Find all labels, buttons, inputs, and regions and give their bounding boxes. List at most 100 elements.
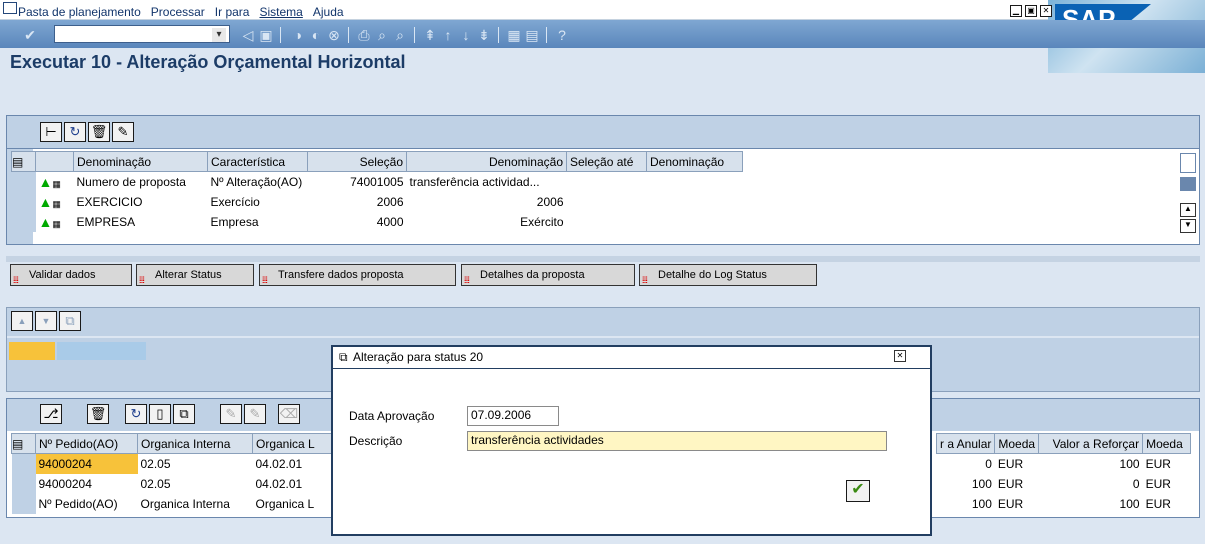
col-selecao-ate: Seleção até (566, 151, 647, 172)
col-denominacao: Denominação (73, 151, 208, 172)
execute-icon: ⵂⵂⵂ (262, 275, 268, 286)
back-arrow-icon[interactable]: ◁ (240, 27, 256, 43)
help-icon[interactable]: ? (554, 27, 570, 43)
discard-icon[interactable]: ⌫ (278, 404, 300, 424)
status-change-dialog: ⧉ Alteração para status 20 ✕ Data Aprova… (331, 345, 932, 536)
col-selecao: Seleção (307, 151, 407, 172)
menu-items: Pasta de planejamento Processar Ir para … (18, 5, 354, 19)
back-icon[interactable]: ◑ (290, 27, 306, 43)
separator (498, 27, 499, 43)
details-icon[interactable]: ⧉ (59, 311, 81, 331)
description-field[interactable]: transferência actividades (467, 431, 887, 451)
table-row[interactable]: Nº Pedido(AO) Organica Interna Organica … (11, 493, 333, 514)
new-session-icon[interactable]: ▦ (506, 27, 522, 43)
edit-all-icon[interactable]: ✎ (244, 404, 266, 424)
maximize-icon[interactable]: ▣ (1025, 5, 1037, 17)
dialog-title: Alteração para status 20 (353, 350, 484, 364)
detalhes-proposta-button[interactable]: ⵂⵂⵂ Detalhes da proposta (461, 264, 635, 286)
description-label: Descrição (349, 434, 403, 448)
select-icon[interactable]: ⎇ (40, 404, 62, 424)
tab-active[interactable] (9, 342, 55, 360)
execute-icon: ⵂⵂⵂ (139, 275, 145, 286)
save-icon[interactable]: ▣ (258, 27, 274, 43)
table-row[interactable]: 0 EUR 100 EUR (937, 454, 1191, 474)
selection-table: ▤ Denominação Característica Seleção Den… (11, 151, 743, 232)
tab-inactive[interactable] (57, 342, 146, 360)
refresh-icon[interactable]: ↻ (125, 404, 147, 424)
selection-panel: ⊢ ↻ 🗑 ✎ ▤ Denominação Característica Sel… (6, 115, 1200, 245)
shortcut-icon[interactable]: ▤ (524, 27, 540, 43)
variable-icon[interactable]: ✎ (112, 122, 134, 142)
execute-icon: ⵂⵂⵂ (464, 275, 470, 286)
table-row[interactable]: ▲▦ EMPRESA Empresa 4000 Exército (11, 211, 743, 232)
detalhe-log-status-button[interactable]: ⵂⵂⵂ Detalhe do Log Status (639, 264, 817, 286)
results-table-left: ▤ Nº Pedido(AO) Organica Interna Organic… (11, 433, 333, 514)
col-denominacao-3: Denominação (646, 151, 743, 172)
separator (348, 27, 349, 43)
print-icon[interactable]: ⎙ (356, 27, 372, 43)
copy-icon[interactable]: ⧉ (173, 404, 195, 424)
title-bar: Executar 10 - Alteração Orçamental Horiz… (0, 48, 1048, 73)
table-row[interactable]: ▲▦ Numero de proposta Nº Alteração(AO) 7… (11, 171, 743, 192)
window-buttons: ▁ ▣ ✕ (1010, 5, 1052, 17)
previous-page-icon[interactable]: ↑ (440, 27, 456, 43)
alterar-status-button[interactable]: ⵂⵂⵂ Alterar Status (136, 264, 254, 286)
table-row[interactable]: 94000204 02.05 04.02.01 (11, 453, 333, 474)
delete-icon[interactable]: 🗑 (88, 122, 110, 142)
menu-item-sistema[interactable]: Sistema (259, 5, 302, 19)
vertical-scrollbar[interactable]: ▲ ▼ (1180, 151, 1198, 243)
page-title: Executar 10 - Alteração Orçamental Horiz… (10, 52, 406, 72)
minimize-icon[interactable]: ▁ (1010, 5, 1022, 17)
col-status (35, 151, 74, 172)
move-down-icon[interactable]: ▼ (35, 311, 57, 331)
separator (546, 27, 547, 43)
variable-icon: ▲▦ (38, 193, 61, 210)
scroll-down-icon[interactable]: ▼ (1180, 219, 1196, 233)
table-row[interactable]: 100 EUR 100 EUR (937, 494, 1191, 514)
results-table-right: r a Anular Moeda Valor a Reforçar Moeda … (935, 433, 1192, 514)
exit-icon[interactable]: ◐ (308, 27, 324, 43)
find-icon[interactable]: ⌕ (374, 27, 390, 43)
variable-icon: ▲▦ (38, 213, 61, 230)
table-row[interactable]: ▲▦ EXERCICIO Exercício 2006 2006 (11, 191, 743, 212)
separator (414, 27, 415, 43)
expand-icon[interactable]: ⊢ (40, 122, 62, 142)
menu-item-pasta[interactable]: Pasta de planejamento (18, 5, 141, 19)
validar-dados-button[interactable]: ⵂⵂⵂ Validar dados (10, 264, 132, 286)
table-row[interactable]: 94000204 02.05 04.02.01 (11, 473, 333, 494)
menu-item-processar[interactable]: Processar (151, 5, 205, 19)
command-dropdown-icon[interactable]: ▾ (212, 28, 226, 42)
last-page-icon[interactable]: ⇟ (476, 27, 492, 43)
close-icon[interactable]: ✕ (1040, 5, 1052, 17)
dialog-titlebar: ⧉ Alteração para status 20 ✕ (333, 347, 930, 369)
table-row[interactable]: 100 EUR 0 EUR (937, 474, 1191, 494)
system-menu-icon[interactable] (3, 2, 17, 14)
col-denominacao-2: Denominação (406, 151, 567, 172)
enter-icon[interactable]: ✔ (22, 27, 38, 43)
close-icon[interactable]: ✕ (894, 350, 906, 362)
cancel-icon[interactable]: ⊗ (326, 27, 342, 43)
approval-date-field[interactable]: 07.09.2006 (467, 406, 559, 426)
transfere-dados-button[interactable]: ⵂⵂⵂ Transfere dados proposta (259, 264, 456, 286)
confirm-check-icon[interactable]: ✔ (846, 480, 870, 502)
move-up-icon[interactable]: ▲ (11, 311, 33, 331)
next-page-icon[interactable]: ↓ (458, 27, 474, 43)
refresh-icon[interactable]: ↻ (64, 122, 86, 142)
command-field[interactable] (54, 25, 230, 43)
menu-item-ajuda[interactable]: Ajuda (313, 5, 344, 19)
selection-toolbar: ⊢ ↻ 🗑 ✎ (7, 116, 1199, 149)
scrollbar-thumb[interactable] (1180, 177, 1196, 191)
select-all-icon[interactable]: ▤ (11, 433, 36, 454)
date-label: Data Aprovação (349, 409, 435, 423)
edit-icon[interactable]: ✎ (220, 404, 242, 424)
scroll-up-icon[interactable]: ▲ (1180, 203, 1196, 217)
execute-icon: ⵂⵂⵂ (13, 275, 19, 286)
delete-icon[interactable]: 🗑 (87, 404, 109, 424)
menu-item-ir-para[interactable]: Ir para (215, 5, 250, 19)
select-all-icon[interactable]: ▤ (11, 151, 36, 172)
new-icon[interactable]: ▯ (149, 404, 171, 424)
first-page-icon[interactable]: ⇞ (422, 27, 438, 43)
find-next-icon[interactable]: ⌕ (392, 27, 408, 43)
col-caracteristica: Característica (207, 151, 308, 172)
separator (280, 27, 281, 43)
